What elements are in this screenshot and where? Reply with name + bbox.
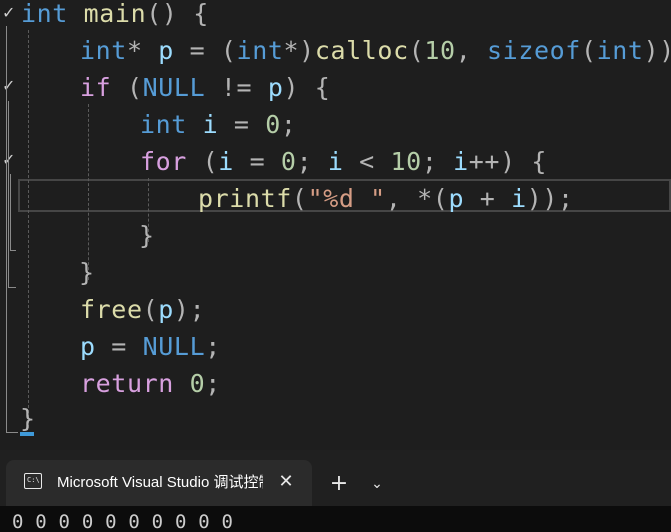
code-token: ; (296, 147, 328, 176)
outline-line-if (8, 101, 9, 287)
code-token: p (158, 36, 174, 65)
code-token: free (80, 295, 143, 324)
code-token: } (139, 221, 155, 250)
code-token: , (455, 36, 488, 65)
code-token: NULL (142, 73, 206, 102)
code-line[interactable]: free(p); (80, 291, 205, 328)
code-token: = (233, 147, 281, 176)
outline-gutter: ✓ ✓ ✓ (0, 0, 20, 450)
code-token: )); (643, 36, 671, 65)
code-line[interactable]: if (NULL != p) { (80, 69, 330, 106)
code-token: i (453, 147, 469, 176)
code-token: int (596, 36, 644, 65)
code-line[interactable]: int* p = (int*)calloc(10, sizeof(int)); (80, 32, 671, 69)
outline-line-for (10, 174, 11, 250)
close-icon[interactable]: ✕ (276, 471, 296, 493)
code-token: calloc (314, 36, 409, 65)
code-token: * (126, 36, 159, 65)
screen: ✓ ✓ ✓ int main() { int* p = (int*)calloc… (0, 0, 671, 532)
code-token: + (464, 184, 512, 213)
new-tab-button[interactable]: + (326, 472, 352, 496)
code-token: ( (580, 36, 597, 65)
code-token: = ( (173, 36, 237, 65)
code-token: 0 (189, 369, 206, 398)
code-token: printf (198, 184, 292, 213)
code-token: p (158, 295, 174, 324)
code-line[interactable]: int main() { (21, 0, 209, 32)
code-token: i (511, 184, 527, 213)
code-line[interactable]: } (139, 217, 155, 254)
chevron-down-icon[interactable]: ⌄ (366, 472, 388, 496)
code-token: = (218, 110, 266, 139)
code-token: ) { (283, 73, 331, 102)
code-token: p (448, 184, 465, 213)
code-token: ; (205, 369, 221, 398)
code-token: main (83, 0, 147, 28)
code-token: *) (283, 36, 315, 65)
code-token: ( (291, 184, 308, 213)
console-tab[interactable]: C:\ Microsoft Visual Studio 调试控制台 ✕ (6, 460, 312, 506)
code-line[interactable]: int i = 0; (140, 106, 297, 143)
outline-end-main (6, 432, 18, 433)
code-token: ( (186, 147, 219, 176)
console-output-text: 0 0 0 0 0 0 0 0 0 0 (12, 511, 234, 532)
outline-end-for (10, 250, 16, 251)
text-caret (20, 432, 34, 436)
code-token: i (218, 147, 234, 176)
code-line[interactable]: printf("%d ", *(p + i)); (198, 180, 574, 217)
code-token: int (236, 36, 284, 65)
code-token: 0 (280, 147, 297, 176)
code-token: ( (111, 73, 143, 102)
code-token: ( (408, 36, 425, 65)
code-token: 0 (265, 110, 281, 139)
code-line[interactable]: for (i = 0; i < 10; i++) { (140, 143, 547, 180)
code-token: 10 (390, 147, 422, 176)
code-line[interactable]: } (79, 254, 95, 291)
code-token: < (343, 147, 391, 176)
code-token: )); (526, 184, 574, 213)
code-token: p (80, 332, 96, 361)
code-token: NULL (142, 332, 206, 361)
code-token: "%d " (307, 184, 386, 213)
code-token: != (205, 73, 268, 102)
console-output-area[interactable]: 0 0 0 0 0 0 0 0 0 0 (0, 506, 671, 532)
code-token: int (80, 36, 127, 65)
code-token: () { (146, 0, 209, 28)
code-token: = (95, 332, 143, 361)
code-token: if (80, 73, 112, 102)
code-token: p (267, 73, 284, 102)
code-token: sizeof (487, 36, 581, 65)
code-line[interactable]: return 0; (80, 365, 221, 402)
code-token: , *( (385, 184, 449, 213)
code-token: ); (173, 295, 206, 324)
outline-end-if (8, 287, 16, 288)
code-token: for (140, 147, 187, 176)
indent-guide-main (28, 30, 29, 428)
code-token: int (21, 0, 68, 28)
code-line[interactable]: p = NULL; (80, 328, 221, 365)
code-token: return (80, 369, 174, 398)
code-token: 10 (424, 36, 456, 65)
code-token: ; (421, 147, 454, 176)
code-token: ; (205, 332, 221, 361)
code-token: i (327, 147, 344, 176)
outline-line-main (6, 26, 7, 432)
code-token: ( (142, 295, 159, 324)
code-token: ++) { (468, 147, 548, 176)
debug-console-window: C:\ Microsoft Visual Studio 调试控制台 ✕ + ⌄ … (0, 450, 671, 532)
code-token: } (79, 258, 95, 287)
fold-main-icon[interactable]: ✓ (2, 5, 15, 21)
code-editor[interactable]: ✓ ✓ ✓ int main() { int* p = (int*)calloc… (0, 0, 671, 450)
fold-if-icon[interactable]: ✓ (2, 78, 15, 94)
console-tab-strip: C:\ Microsoft Visual Studio 调试控制台 ✕ + ⌄ (0, 450, 671, 506)
code-token: } (20, 404, 36, 433)
code-token: ; (280, 110, 297, 139)
code-token: int (140, 110, 187, 139)
code-token: i (202, 110, 219, 139)
console-tab-title: Microsoft Visual Studio 调试控制台 (57, 474, 263, 491)
terminal-icon: C:\ (24, 473, 42, 489)
